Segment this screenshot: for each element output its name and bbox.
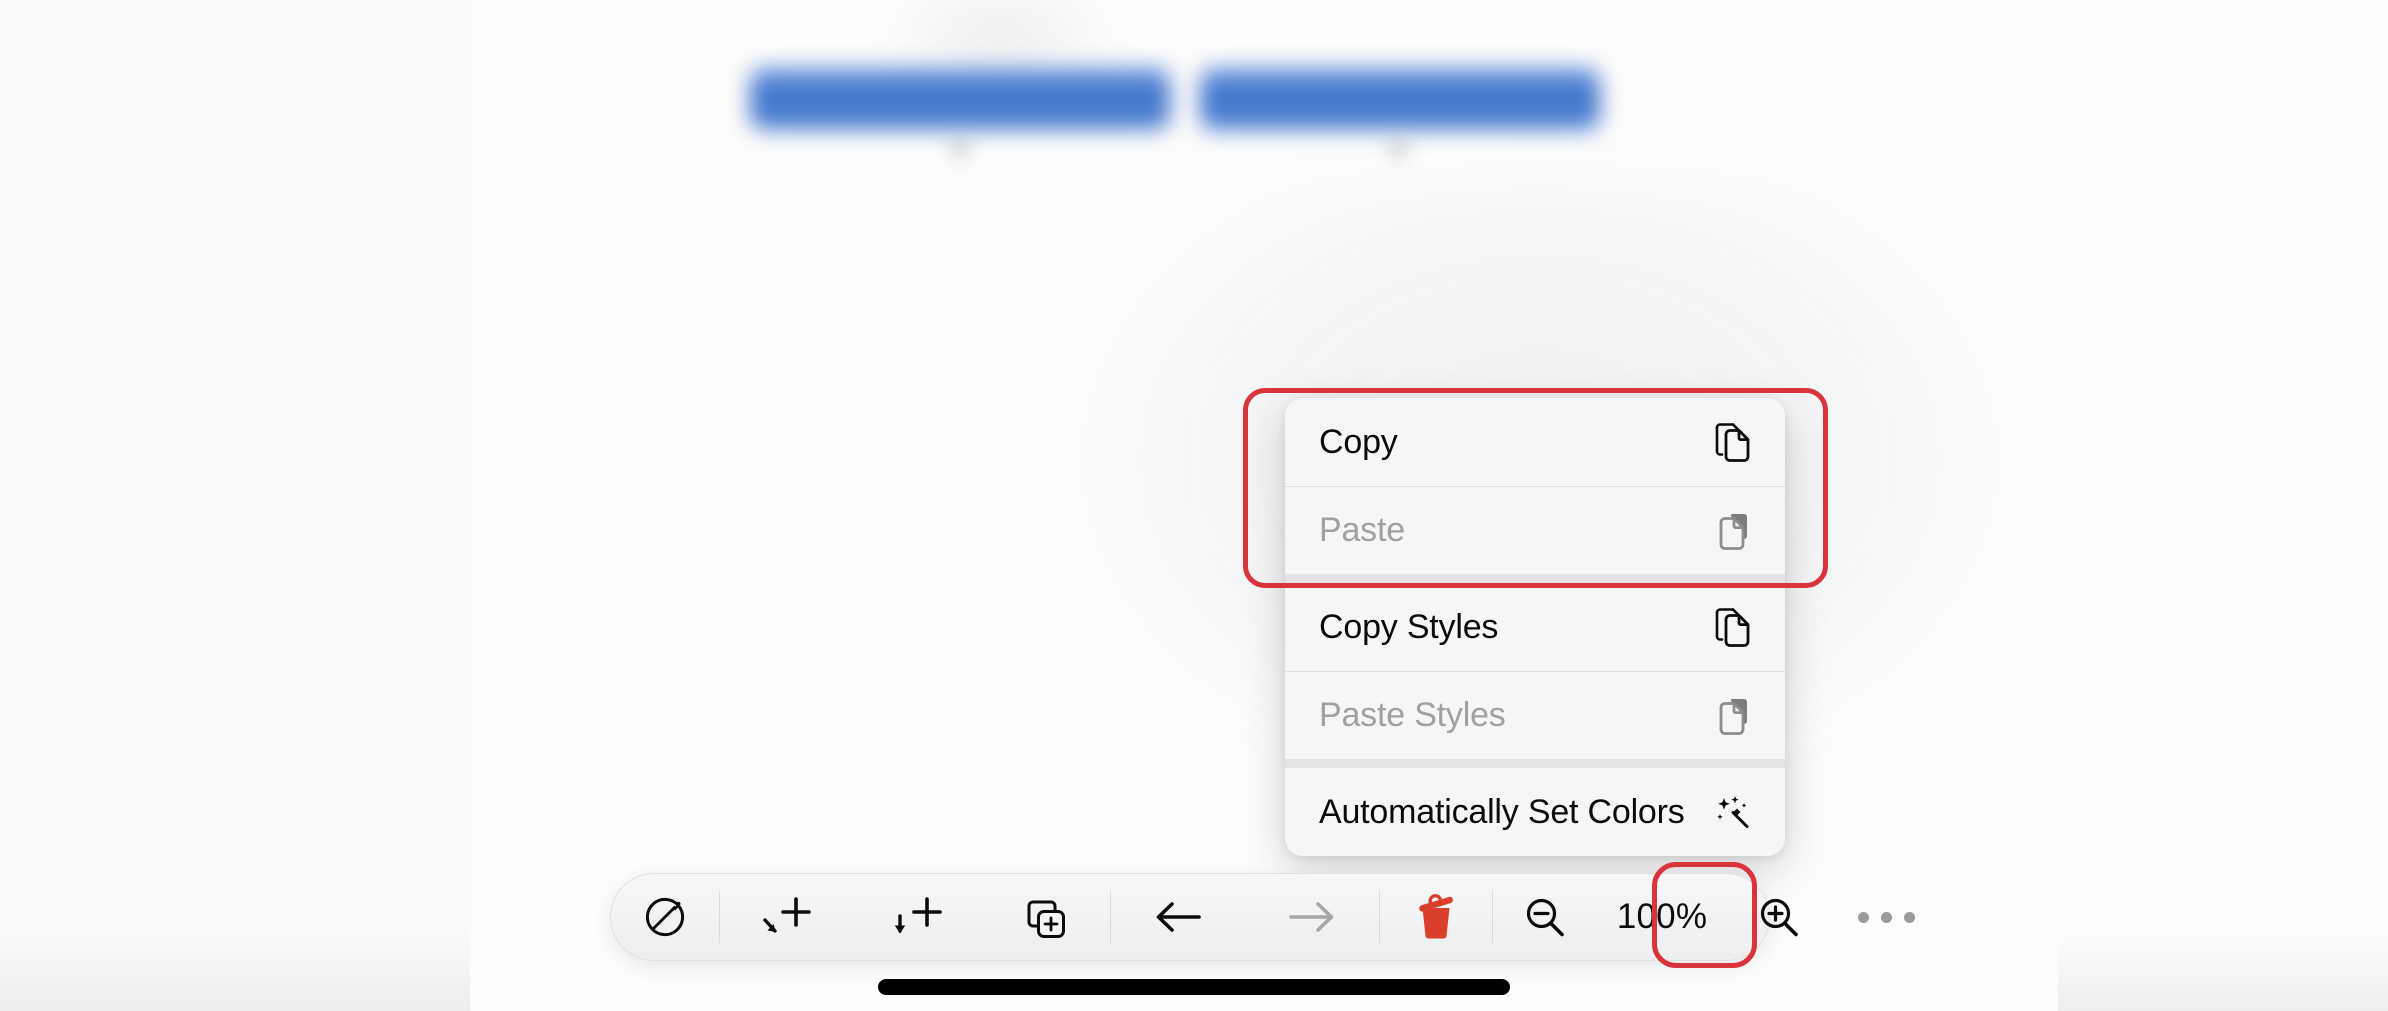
- redo-button[interactable]: [1245, 873, 1379, 961]
- context-menu-group-colors: Automatically Set Colors: [1285, 768, 1785, 856]
- paste-icon: [1711, 693, 1751, 737]
- mindmap-node-1[interactable]: [750, 68, 1170, 130]
- copy-icon: [1711, 420, 1751, 464]
- duplicate-button[interactable]: [982, 873, 1110, 961]
- arrow-right-icon: [1285, 897, 1339, 937]
- context-menu-item-automatically-set-colors[interactable]: Automatically Set Colors: [1285, 768, 1785, 856]
- mindmap-node-1-connector: [942, 140, 978, 168]
- zoom-out-button[interactable]: [1493, 873, 1597, 961]
- undo-button[interactable]: [1111, 873, 1245, 961]
- context-menu-divider-1: [1285, 574, 1785, 583]
- context-menu-item-paste-styles-label: Paste Styles: [1319, 695, 1506, 734]
- mindmap-node-2[interactable]: [1200, 68, 1600, 130]
- arrow-branch-plus-icon: [758, 891, 814, 943]
- background-right-panel: [2058, 0, 2388, 1011]
- context-menu-group-styles: Copy Styles Paste Styles: [1285, 583, 1785, 759]
- more-options-button[interactable]: [1831, 873, 1941, 961]
- duplicate-plus-icon: [1020, 892, 1072, 942]
- trash-icon: [1411, 891, 1461, 943]
- arrow-down-plus-icon: [889, 891, 945, 943]
- magic-wand-icon: [1711, 790, 1751, 834]
- ellipsis-icon: [1857, 911, 1915, 923]
- context-menu-item-copy-styles[interactable]: Copy Styles: [1285, 583, 1785, 671]
- context-menu-item-copy-styles-label: Copy Styles: [1319, 607, 1499, 646]
- zoom-in-button[interactable]: [1727, 873, 1831, 961]
- context-menu-item-paste-styles[interactable]: Paste Styles: [1285, 671, 1785, 759]
- context-menu-item-copy[interactable]: Copy: [1285, 398, 1785, 486]
- context-menu-item-copy-label: Copy: [1319, 422, 1398, 461]
- context-menu-item-paste-label: Paste: [1319, 510, 1405, 549]
- magnifier-plus-icon: [1755, 893, 1803, 941]
- magnifier-minus-icon: [1521, 893, 1569, 941]
- circle-pen-icon: [640, 892, 690, 942]
- context-menu-item-paste[interactable]: Paste: [1285, 486, 1785, 574]
- mindmap-node-2-connector: [1380, 140, 1416, 168]
- screen-root: Copy Paste Copy Styles Paste Styles Auto…: [0, 0, 2388, 1011]
- background-left-panel: [0, 0, 470, 1011]
- context-menu-divider-2: [1285, 759, 1785, 768]
- context-menu-item-automatically-set-colors-label: Automatically Set Colors: [1319, 792, 1685, 831]
- mindmap-canvas[interactable]: [470, 0, 2058, 1011]
- home-indicator: [878, 979, 1510, 995]
- bottom-toolbar[interactable]: 100%: [610, 873, 1915, 961]
- add-child-button[interactable]: [852, 873, 982, 961]
- focus-mode-button[interactable]: [611, 873, 719, 961]
- zoom-level-label: 100%: [1616, 897, 1708, 936]
- context-menu[interactable]: Copy Paste Copy Styles Paste Styles Auto…: [1285, 398, 1785, 856]
- arrow-left-icon: [1151, 897, 1205, 937]
- delete-button[interactable]: [1380, 873, 1492, 961]
- add-sibling-button[interactable]: [720, 873, 852, 961]
- copy-icon: [1711, 605, 1751, 649]
- paste-icon: [1711, 508, 1751, 552]
- context-menu-group-clipboard: Copy Paste: [1285, 398, 1785, 574]
